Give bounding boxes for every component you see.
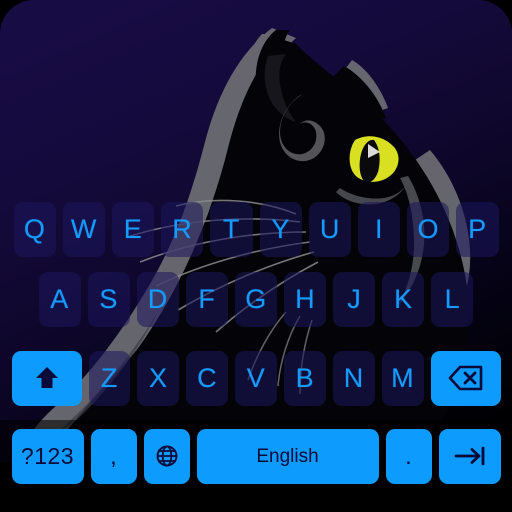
- key-z-label: Z: [100, 362, 118, 393]
- key-period-label: .: [405, 442, 412, 469]
- key-g-label: G: [245, 283, 267, 314]
- key-h[interactable]: H: [284, 271, 327, 327]
- key-k-label: K: [394, 283, 413, 314]
- shift-arrow-up-icon: [35, 367, 58, 388]
- keyboard-row-zxcv: Z X C V B N M: [0, 347, 512, 409]
- key-comma[interactable]: ,: [90, 428, 137, 484]
- key-c-label: C: [197, 362, 218, 393]
- key-period[interactable]: .: [385, 428, 432, 484]
- key-y[interactable]: Y: [259, 201, 302, 257]
- key-q-label: Q: [23, 213, 46, 244]
- enter-tab-arrow-icon: [454, 446, 484, 466]
- key-u[interactable]: U: [308, 201, 351, 257]
- key-d[interactable]: D: [136, 271, 179, 327]
- keyboard-row-qwerty: Q W E R T Y U I O P: [0, 198, 512, 260]
- key-s-label: S: [99, 283, 118, 314]
- key-enter[interactable]: [438, 428, 501, 484]
- key-s[interactable]: S: [87, 271, 130, 327]
- key-symbols[interactable]: ?123: [11, 428, 84, 484]
- key-u-label: U: [319, 213, 340, 244]
- key-o-label: O: [417, 213, 439, 244]
- key-b[interactable]: B: [283, 350, 326, 406]
- key-a-label: A: [50, 283, 69, 314]
- key-w[interactable]: W: [62, 201, 105, 257]
- key-backspace[interactable]: [430, 350, 501, 406]
- key-l-label: L: [444, 283, 461, 314]
- globe-icon: [156, 445, 177, 467]
- key-shift[interactable]: [11, 350, 82, 406]
- key-m-label: M: [391, 362, 415, 393]
- key-m[interactable]: M: [381, 350, 424, 406]
- key-h-label: H: [295, 283, 316, 314]
- key-n-label: N: [343, 362, 364, 393]
- key-z[interactable]: Z: [88, 350, 131, 406]
- keyboard-theme-preview: Q W E R T Y U I O P A S D F G H J K L Z …: [0, 0, 512, 512]
- key-f[interactable]: F: [185, 271, 228, 327]
- key-v[interactable]: V: [235, 350, 277, 406]
- key-x[interactable]: X: [137, 350, 180, 406]
- key-w-label: W: [70, 213, 97, 244]
- key-symbols-label: ?123: [20, 442, 75, 469]
- key-j-label: J: [347, 283, 362, 314]
- key-a[interactable]: A: [38, 271, 81, 327]
- key-t-label: T: [222, 213, 240, 244]
- key-k[interactable]: K: [382, 271, 425, 327]
- key-t[interactable]: T: [210, 201, 253, 257]
- key-i[interactable]: I: [357, 201, 401, 257]
- key-q[interactable]: Q: [13, 201, 56, 257]
- key-v-label: V: [246, 362, 266, 393]
- key-p[interactable]: P: [456, 201, 499, 257]
- key-comma-label: ,: [110, 442, 117, 469]
- keyboard-row-asdf: A S D F G H J K L: [0, 268, 512, 330]
- key-x-label: X: [149, 362, 168, 393]
- key-n[interactable]: N: [332, 350, 375, 406]
- key-e[interactable]: E: [111, 201, 155, 257]
- key-r-label: R: [172, 213, 193, 244]
- key-e-label: E: [123, 213, 143, 244]
- key-g[interactable]: G: [234, 271, 278, 327]
- key-y-label: Y: [271, 213, 290, 244]
- key-o[interactable]: O: [407, 201, 450, 257]
- key-spacebar[interactable]: English: [196, 428, 379, 484]
- key-i-label: I: [375, 213, 384, 244]
- key-c[interactable]: C: [186, 350, 229, 406]
- key-b-label: B: [295, 362, 315, 393]
- backspace-delete-icon: [448, 365, 482, 391]
- key-spacebar-label: English: [256, 445, 319, 467]
- key-d-label: D: [147, 283, 168, 314]
- key-p-label: P: [468, 213, 487, 244]
- key-l[interactable]: L: [431, 271, 474, 327]
- key-language-switch[interactable]: [143, 428, 190, 484]
- on-screen-keyboard: Q W E R T Y U I O P A S D F G H J K L Z …: [0, 190, 512, 512]
- key-r[interactable]: R: [161, 201, 204, 257]
- keyboard-row-bottom: ?123 , English .: [0, 425, 512, 487]
- key-f-label: F: [198, 283, 216, 314]
- key-j[interactable]: J: [333, 271, 376, 327]
